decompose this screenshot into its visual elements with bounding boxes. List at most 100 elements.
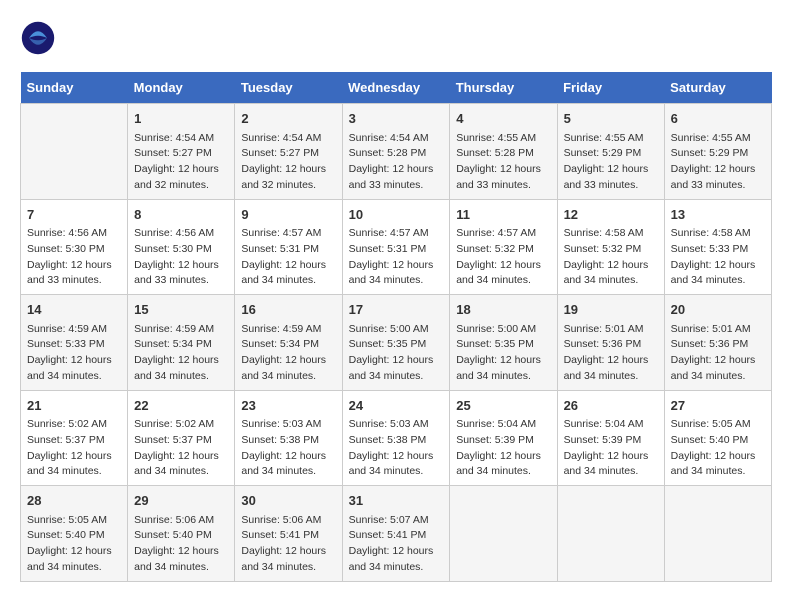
column-header-saturday: Saturday — [664, 72, 771, 104]
calendar-cell: 2Sunrise: 4:54 AM Sunset: 5:27 PM Daylig… — [235, 104, 342, 200]
calendar-cell: 23Sunrise: 5:03 AM Sunset: 5:38 PM Dayli… — [235, 390, 342, 486]
column-header-wednesday: Wednesday — [342, 72, 450, 104]
calendar-cell — [664, 486, 771, 582]
day-number: 9 — [241, 205, 335, 225]
logo-icon — [20, 20, 56, 56]
day-info: Sunrise: 5:01 AM Sunset: 5:36 PM Dayligh… — [564, 322, 658, 385]
day-number: 19 — [564, 300, 658, 320]
day-info: Sunrise: 4:59 AM Sunset: 5:34 PM Dayligh… — [241, 322, 335, 385]
calendar-cell: 18Sunrise: 5:00 AM Sunset: 5:35 PM Dayli… — [450, 295, 557, 391]
day-number: 3 — [349, 109, 444, 129]
day-info: Sunrise: 5:00 AM Sunset: 5:35 PM Dayligh… — [349, 322, 444, 385]
logo — [20, 20, 58, 56]
day-number: 15 — [134, 300, 228, 320]
calendar-cell: 16Sunrise: 4:59 AM Sunset: 5:34 PM Dayli… — [235, 295, 342, 391]
column-header-sunday: Sunday — [21, 72, 128, 104]
day-number: 1 — [134, 109, 228, 129]
day-number: 14 — [27, 300, 121, 320]
day-info: Sunrise: 4:55 AM Sunset: 5:29 PM Dayligh… — [564, 131, 658, 194]
day-info: Sunrise: 4:57 AM Sunset: 5:32 PM Dayligh… — [456, 226, 550, 289]
day-number: 6 — [671, 109, 765, 129]
calendar-cell: 28Sunrise: 5:05 AM Sunset: 5:40 PM Dayli… — [21, 486, 128, 582]
calendar-cell: 1Sunrise: 4:54 AM Sunset: 5:27 PM Daylig… — [128, 104, 235, 200]
day-number: 31 — [349, 491, 444, 511]
calendar-cell: 29Sunrise: 5:06 AM Sunset: 5:40 PM Dayli… — [128, 486, 235, 582]
day-number: 23 — [241, 396, 335, 416]
day-info: Sunrise: 5:01 AM Sunset: 5:36 PM Dayligh… — [671, 322, 765, 385]
calendar-cell: 17Sunrise: 5:00 AM Sunset: 5:35 PM Dayli… — [342, 295, 450, 391]
day-number: 11 — [456, 205, 550, 225]
day-info: Sunrise: 4:58 AM Sunset: 5:32 PM Dayligh… — [564, 226, 658, 289]
calendar-cell: 14Sunrise: 4:59 AM Sunset: 5:33 PM Dayli… — [21, 295, 128, 391]
calendar-week-row: 21Sunrise: 5:02 AM Sunset: 5:37 PM Dayli… — [21, 390, 772, 486]
day-info: Sunrise: 5:05 AM Sunset: 5:40 PM Dayligh… — [671, 417, 765, 480]
calendar-cell: 8Sunrise: 4:56 AM Sunset: 5:30 PM Daylig… — [128, 199, 235, 295]
day-number: 20 — [671, 300, 765, 320]
day-info: Sunrise: 4:58 AM Sunset: 5:33 PM Dayligh… — [671, 226, 765, 289]
day-info: Sunrise: 4:59 AM Sunset: 5:33 PM Dayligh… — [27, 322, 121, 385]
day-info: Sunrise: 4:54 AM Sunset: 5:28 PM Dayligh… — [349, 131, 444, 194]
calendar-cell: 11Sunrise: 4:57 AM Sunset: 5:32 PM Dayli… — [450, 199, 557, 295]
day-info: Sunrise: 4:57 AM Sunset: 5:31 PM Dayligh… — [349, 226, 444, 289]
day-info: Sunrise: 5:04 AM Sunset: 5:39 PM Dayligh… — [564, 417, 658, 480]
day-number: 24 — [349, 396, 444, 416]
day-info: Sunrise: 4:59 AM Sunset: 5:34 PM Dayligh… — [134, 322, 228, 385]
day-number: 27 — [671, 396, 765, 416]
day-number: 17 — [349, 300, 444, 320]
day-info: Sunrise: 5:06 AM Sunset: 5:41 PM Dayligh… — [241, 513, 335, 576]
day-number: 4 — [456, 109, 550, 129]
calendar-cell — [450, 486, 557, 582]
column-header-thursday: Thursday — [450, 72, 557, 104]
page-header — [20, 20, 772, 56]
calendar-cell: 6Sunrise: 4:55 AM Sunset: 5:29 PM Daylig… — [664, 104, 771, 200]
calendar-cell: 31Sunrise: 5:07 AM Sunset: 5:41 PM Dayli… — [342, 486, 450, 582]
day-number: 28 — [27, 491, 121, 511]
day-info: Sunrise: 5:03 AM Sunset: 5:38 PM Dayligh… — [241, 417, 335, 480]
calendar-week-row: 7Sunrise: 4:56 AM Sunset: 5:30 PM Daylig… — [21, 199, 772, 295]
day-info: Sunrise: 4:56 AM Sunset: 5:30 PM Dayligh… — [134, 226, 228, 289]
calendar-cell: 3Sunrise: 4:54 AM Sunset: 5:28 PM Daylig… — [342, 104, 450, 200]
day-info: Sunrise: 5:06 AM Sunset: 5:40 PM Dayligh… — [134, 513, 228, 576]
day-info: Sunrise: 4:54 AM Sunset: 5:27 PM Dayligh… — [241, 131, 335, 194]
day-number: 22 — [134, 396, 228, 416]
calendar-cell: 19Sunrise: 5:01 AM Sunset: 5:36 PM Dayli… — [557, 295, 664, 391]
calendar-cell: 9Sunrise: 4:57 AM Sunset: 5:31 PM Daylig… — [235, 199, 342, 295]
calendar-cell: 24Sunrise: 5:03 AM Sunset: 5:38 PM Dayli… — [342, 390, 450, 486]
calendar-week-row: 14Sunrise: 4:59 AM Sunset: 5:33 PM Dayli… — [21, 295, 772, 391]
day-number: 5 — [564, 109, 658, 129]
calendar-cell: 26Sunrise: 5:04 AM Sunset: 5:39 PM Dayli… — [557, 390, 664, 486]
day-number: 7 — [27, 205, 121, 225]
calendar-cell: 25Sunrise: 5:04 AM Sunset: 5:39 PM Dayli… — [450, 390, 557, 486]
day-info: Sunrise: 5:00 AM Sunset: 5:35 PM Dayligh… — [456, 322, 550, 385]
calendar-cell: 4Sunrise: 4:55 AM Sunset: 5:28 PM Daylig… — [450, 104, 557, 200]
day-info: Sunrise: 5:03 AM Sunset: 5:38 PM Dayligh… — [349, 417, 444, 480]
calendar-cell: 13Sunrise: 4:58 AM Sunset: 5:33 PM Dayli… — [664, 199, 771, 295]
day-info: Sunrise: 5:02 AM Sunset: 5:37 PM Dayligh… — [27, 417, 121, 480]
calendar-week-row: 1 Sunrise: 4:54 AM Sunset: 5:27 PM Daylig… — [21, 104, 772, 200]
day-info: Sunrise: 4:55 AM Sunset: 5:28 PM Dayligh… — [456, 131, 550, 194]
day-number: 8 — [134, 205, 228, 225]
day-number: 12 — [564, 205, 658, 225]
day-info: Sunrise: 5:07 AM Sunset: 5:41 PM Dayligh… — [349, 513, 444, 576]
calendar-cell: 27Sunrise: 5:05 AM Sunset: 5:40 PM Dayli… — [664, 390, 771, 486]
day-number: 10 — [349, 205, 444, 225]
calendar-cell: 20Sunrise: 5:01 AM Sunset: 5:36 PM Dayli… — [664, 295, 771, 391]
day-number: 16 — [241, 300, 335, 320]
calendar-cell — [21, 104, 128, 200]
day-info: Sunrise: 4:56 AM Sunset: 5:30 PM Dayligh… — [27, 226, 121, 289]
calendar-cell: 5Sunrise: 4:55 AM Sunset: 5:29 PM Daylig… — [557, 104, 664, 200]
day-info: Sunrise: 4:57 AM Sunset: 5:31 PM Dayligh… — [241, 226, 335, 289]
calendar-week-row: 28Sunrise: 5:05 AM Sunset: 5:40 PM Dayli… — [21, 486, 772, 582]
calendar-cell: 7Sunrise: 4:56 AM Sunset: 5:30 PM Daylig… — [21, 199, 128, 295]
calendar-cell: 12Sunrise: 4:58 AM Sunset: 5:32 PM Dayli… — [557, 199, 664, 295]
day-number: 18 — [456, 300, 550, 320]
column-header-monday: Monday — [128, 72, 235, 104]
day-info: Sunrise: 5:04 AM Sunset: 5:39 PM Dayligh… — [456, 417, 550, 480]
calendar-table: SundayMondayTuesdayWednesdayThursdayFrid… — [20, 72, 772, 582]
column-header-tuesday: Tuesday — [235, 72, 342, 104]
day-number: 26 — [564, 396, 658, 416]
calendar-cell: 22Sunrise: 5:02 AM Sunset: 5:37 PM Dayli… — [128, 390, 235, 486]
day-info: Sunrise: 5:02 AM Sunset: 5:37 PM Dayligh… — [134, 417, 228, 480]
calendar-header-row: SundayMondayTuesdayWednesdayThursdayFrid… — [21, 72, 772, 104]
day-number: 2 — [241, 109, 335, 129]
